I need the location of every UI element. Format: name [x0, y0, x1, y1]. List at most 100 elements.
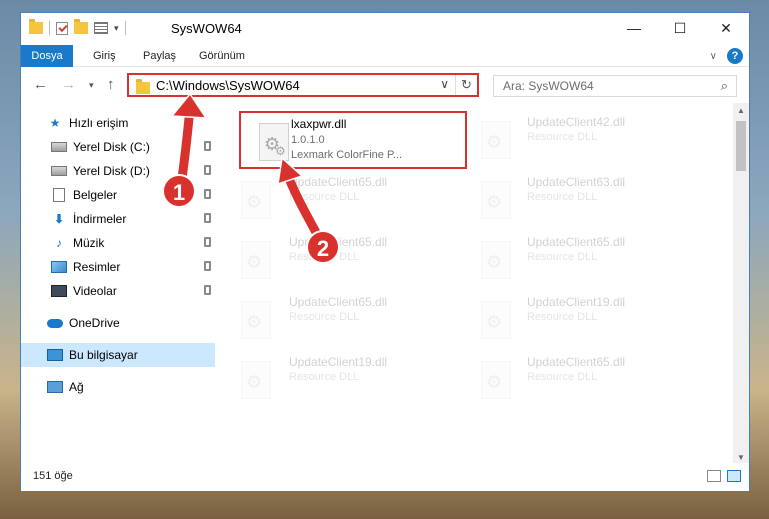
file-list: ⚙ ⚙ lxaxpwr.dll 1.0.1.0 Lexmark ColorFine… — [223, 103, 735, 465]
documents-icon — [53, 188, 65, 202]
dll-file-icon: ⚙ — [241, 181, 271, 219]
scroll-down-icon[interactable]: ▼ — [737, 453, 745, 462]
sidebar-item-label: Belgeler — [73, 188, 118, 202]
address-bar[interactable]: C:\Windows\SysWOW64 ∨ ↻ — [127, 73, 479, 97]
gear-icon: ⚙ — [486, 192, 503, 212]
dll-file-icon: ⚙ — [481, 121, 511, 159]
file-name: UpdateClient65.dll — [527, 235, 626, 249]
search-input[interactable]: Ara: SysWOW64 ⌕ — [493, 75, 737, 97]
sidebar-item-music[interactable]: ♪ Müzik — [21, 231, 215, 255]
close-button[interactable]: ✕ — [703, 13, 749, 43]
expand-ribbon-icon[interactable]: ∨ — [710, 51, 717, 62]
file-name: lxaxpwr.dll — [291, 117, 347, 131]
title-bar: ▾ SysWOW64 — ☐ ✕ — [21, 13, 749, 45]
folder-icon — [29, 19, 43, 34]
vertical-scrollbar[interactable]: ▲ ▼ — [733, 103, 749, 465]
forward-arrow-icon[interactable]: → — [61, 76, 76, 93]
search-placeholder: Ara: SysWOW64 — [503, 79, 594, 93]
file-tile[interactable]: ⚙ UpdateClient65.dll Resource DLL — [463, 351, 691, 407]
maximize-button[interactable]: ☐ — [657, 13, 703, 43]
pin-icon[interactable] — [204, 141, 211, 151]
file-description: Resource DLL — [527, 191, 598, 203]
drive-icon — [51, 166, 67, 176]
file-description: Resource DLL — [289, 311, 360, 323]
recent-locations-chevron-icon[interactable]: ▾ — [89, 80, 94, 91]
chevron-down-icon[interactable]: ▾ — [114, 23, 119, 34]
sidebar-item-label: Videolar — [73, 284, 117, 298]
sidebar-item-label: Bu bilgisayar — [69, 348, 138, 362]
dll-file-icon: ⚙ — [241, 241, 271, 279]
gear-icon: ⚙ — [486, 372, 503, 392]
file-tile[interactable]: ⚙ UpdateClient19.dll Resource DLL — [463, 291, 691, 347]
file-tile[interactable]: ⚙ UpdateClient63.dll Resource DLL — [463, 171, 691, 227]
up-arrow-icon[interactable]: ↑ — [107, 76, 115, 93]
file-description: Resource DLL — [527, 131, 598, 143]
customize-toolbar-icon[interactable] — [94, 22, 108, 34]
scrollbar-thumb[interactable] — [736, 121, 746, 171]
tiles-view-icon[interactable] — [727, 470, 741, 482]
pin-icon[interactable] — [204, 213, 211, 223]
file-name: UpdateClient19.dll — [527, 295, 626, 309]
toolbar-divider — [124, 21, 126, 35]
back-arrow-icon[interactable]: ← — [33, 76, 48, 93]
search-icon[interactable]: ⌕ — [721, 78, 728, 94]
explorer-body: ★ Hızlı erişim Yerel Disk (C:) Yerel Dis… — [21, 103, 749, 465]
help-icon[interactable]: ? — [727, 48, 743, 64]
dll-file-icon: ⚙ — [481, 181, 511, 219]
sidebar-item-quick-access[interactable]: ★ Hızlı erişim — [21, 111, 215, 135]
tab-gorunum[interactable]: Görünüm — [199, 45, 245, 67]
gear-icon: ⚙ — [246, 192, 263, 212]
pin-icon[interactable] — [204, 237, 211, 247]
file-name: UpdateClient65.dll — [289, 295, 388, 309]
toolbar-divider — [49, 21, 50, 35]
sidebar-item-videos[interactable]: Videolar — [21, 279, 215, 303]
pin-icon[interactable] — [204, 261, 211, 271]
pin-icon[interactable] — [204, 165, 211, 175]
view-switcher — [707, 470, 741, 482]
dll-file-icon: ⚙ — [481, 301, 511, 339]
file-description: Resource DLL — [289, 191, 360, 203]
dll-file-icon: ⚙ — [241, 361, 271, 399]
scroll-up-icon[interactable]: ▲ — [737, 106, 745, 115]
details-view-icon[interactable] — [707, 470, 721, 482]
sidebar-item-label: Müzik — [73, 236, 105, 250]
sidebar-item-this-pc[interactable]: Bu bilgisayar — [21, 343, 215, 367]
file-tile[interactable]: ⚙ UpdateClient65.dll Resource DLL — [223, 171, 451, 227]
gear-icon: ⚙ — [246, 372, 263, 392]
downloads-icon: ⬇ — [53, 212, 65, 226]
file-tile-lxaxpwr[interactable]: ⚙ ⚙ lxaxpwr.dll 1.0.1.0 Lexmark ColorFine… — [239, 111, 467, 169]
sidebar-item-network[interactable]: Ağ — [21, 375, 215, 399]
refresh-icon[interactable]: ↻ — [455, 75, 477, 95]
pictures-icon — [51, 261, 67, 273]
file-tile[interactable]: ⚙ UpdateClient42.dll Resource DLL — [463, 111, 691, 167]
properties-check-icon[interactable] — [56, 21, 68, 35]
window-controls: — ☐ ✕ — [611, 13, 749, 43]
window-title: SysWOW64 — [171, 21, 242, 36]
tab-paylas[interactable]: Paylaş — [143, 45, 176, 67]
sidebar-item-label: Hızlı erişim — [69, 116, 129, 130]
file-description: Lexmark ColorFine P... — [291, 149, 403, 161]
gear-icon: ⚙ — [246, 252, 263, 272]
dll-file-icon: ⚙ — [481, 241, 511, 279]
ribbon-tabs: Dosya Giriş Paylaş Görünüm ∨ ? — [21, 45, 749, 67]
sidebar-item-downloads[interactable]: ⬇ İndirmeler — [21, 207, 215, 231]
minimize-button[interactable]: — — [611, 13, 657, 43]
tab-dosya[interactable]: Dosya — [21, 45, 73, 67]
sidebar-item-onedrive[interactable]: OneDrive — [21, 311, 215, 335]
address-path[interactable]: C:\Windows\SysWOW64 — [156, 78, 300, 93]
dll-file-icon: ⚙ — [241, 301, 271, 339]
gear-icon: ⚙ — [486, 132, 503, 152]
pin-icon[interactable] — [204, 189, 211, 199]
file-tile[interactable]: ⚙ UpdateClient65.dll Resource DLL — [223, 291, 451, 347]
explorer-window: ▾ SysWOW64 — ☐ ✕ Dosya Giriş Paylaş Görü… — [20, 12, 750, 492]
sidebar-item-pictures[interactable]: Resimler — [21, 255, 215, 279]
tab-giris[interactable]: Giriş — [93, 45, 116, 67]
file-tile[interactable]: ⚙ UpdateClient65.dll Resource DLL — [463, 231, 691, 287]
address-dropdown-icon[interactable]: ∨ — [440, 77, 449, 91]
new-folder-icon[interactable] — [74, 19, 88, 34]
file-tile[interactable]: ⚙ UpdateClient19.dll Resource DLL — [223, 351, 451, 407]
gear-icon: ⚙ — [486, 252, 503, 272]
sidebar-item-disk-c[interactable]: Yerel Disk (C:) — [21, 135, 215, 159]
sidebar-item-label: Yerel Disk (C:) — [73, 140, 150, 154]
pin-icon[interactable] — [204, 285, 211, 295]
